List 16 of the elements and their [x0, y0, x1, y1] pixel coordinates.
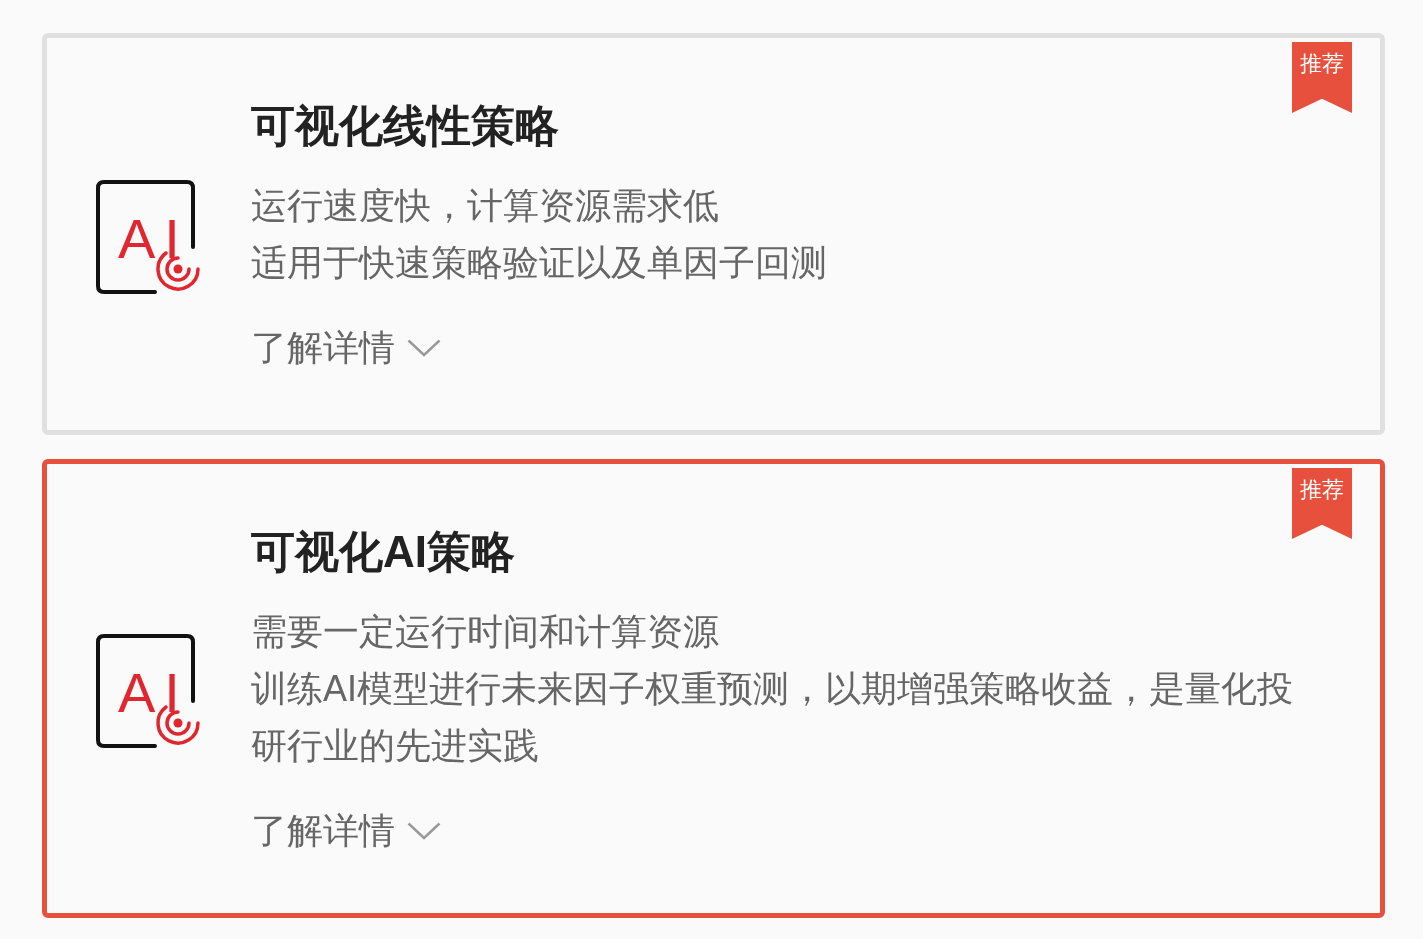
card-title: 可视化线性策略	[251, 100, 560, 152]
recommended-ribbon: 推荐	[1292, 42, 1352, 113]
details-link[interactable]: 了解详情	[251, 802, 441, 859]
card-description: 运行速度快，计算资源需求低	[251, 184, 720, 228]
chevron-down-icon	[407, 821, 441, 840]
recommended-ribbon: 推荐	[1292, 468, 1352, 539]
strategy-card[interactable]: AI 可视化AI策略 需要一定运行时间和计算资源 训练AI模型进行未来因子权重预测，以期增强策略收益，是量化投研行业的先进实践 了解详情 推荐	[42, 459, 1385, 918]
strategy-card[interactable]: AI 可视化线性策略 运行速度快，计算资源需求低 适用于快速策略验证以及单因子回测 了解详情 推荐	[42, 33, 1385, 435]
ai-logo: AI	[96, 633, 202, 749]
ai-logo: AI	[96, 178, 202, 295]
card-title: 可视化AI策略	[251, 526, 516, 578]
details-link[interactable]: 了解详情	[251, 319, 441, 376]
card-description: 训练AI模型进行未来因子权重预测，以期增强策略收益，是量化投研行业的先进实践	[251, 667, 1294, 768]
card-description: 适用于快速策略验证以及单因子回测	[251, 241, 828, 285]
card-description: 需要一定运行时间和计算资源	[251, 610, 720, 654]
chevron-down-icon	[407, 338, 441, 357]
